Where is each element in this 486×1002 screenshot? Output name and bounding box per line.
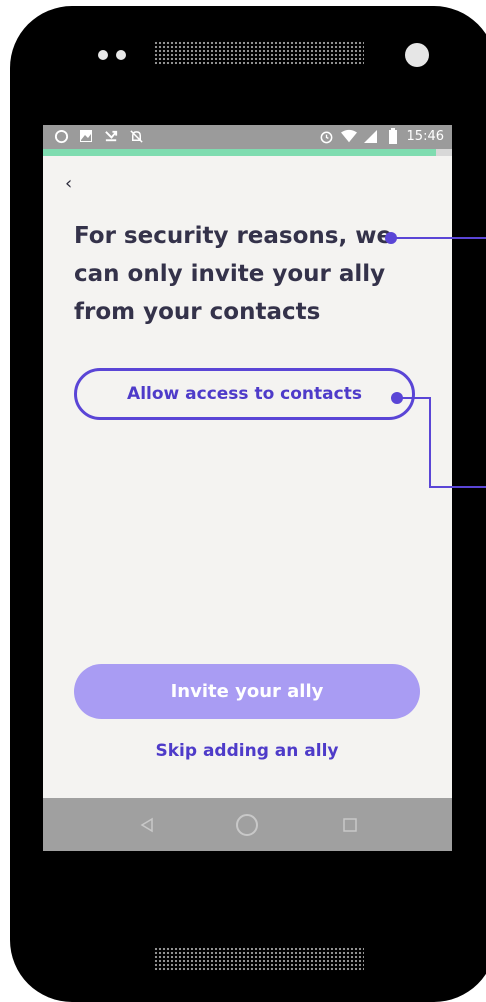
notifications-off-icon: [128, 128, 144, 144]
status-time: 15:46: [406, 128, 444, 144]
image-icon: [78, 128, 94, 144]
wifi-icon: [340, 128, 357, 144]
bottom-speaker: [154, 947, 364, 971]
app-screen: 15:46 ‹ For security reasons, we can onl…: [43, 125, 452, 851]
back-triangle-icon[interactable]: [133, 811, 161, 839]
android-nav-bar: [43, 798, 452, 851]
status-bar: 15:46: [43, 125, 452, 149]
allow-contacts-button[interactable]: Allow access to contacts: [74, 368, 415, 420]
proximity-sensor: [405, 43, 429, 67]
chat-bubble-icon: [53, 128, 69, 144]
missed-call-icon: [103, 128, 119, 144]
back-button[interactable]: ‹: [65, 173, 72, 194]
signal-icon: [363, 128, 379, 144]
earpiece-speaker: [154, 41, 364, 65]
onboarding-progress-fill: [43, 149, 436, 156]
onboarding-progress-bar: [43, 149, 452, 156]
invite-ally-button[interactable]: Invite your ally: [74, 664, 420, 719]
front-camera-dots: [98, 50, 126, 60]
skip-adding-ally-link[interactable]: Skip adding an ally: [74, 741, 420, 761]
recents-square-icon[interactable]: [336, 811, 364, 839]
home-circle-icon[interactable]: [233, 811, 261, 839]
alarm-icon: [319, 128, 335, 144]
page-title: For security reasons, we can only invite…: [74, 223, 393, 325]
battery-icon: [385, 128, 401, 144]
